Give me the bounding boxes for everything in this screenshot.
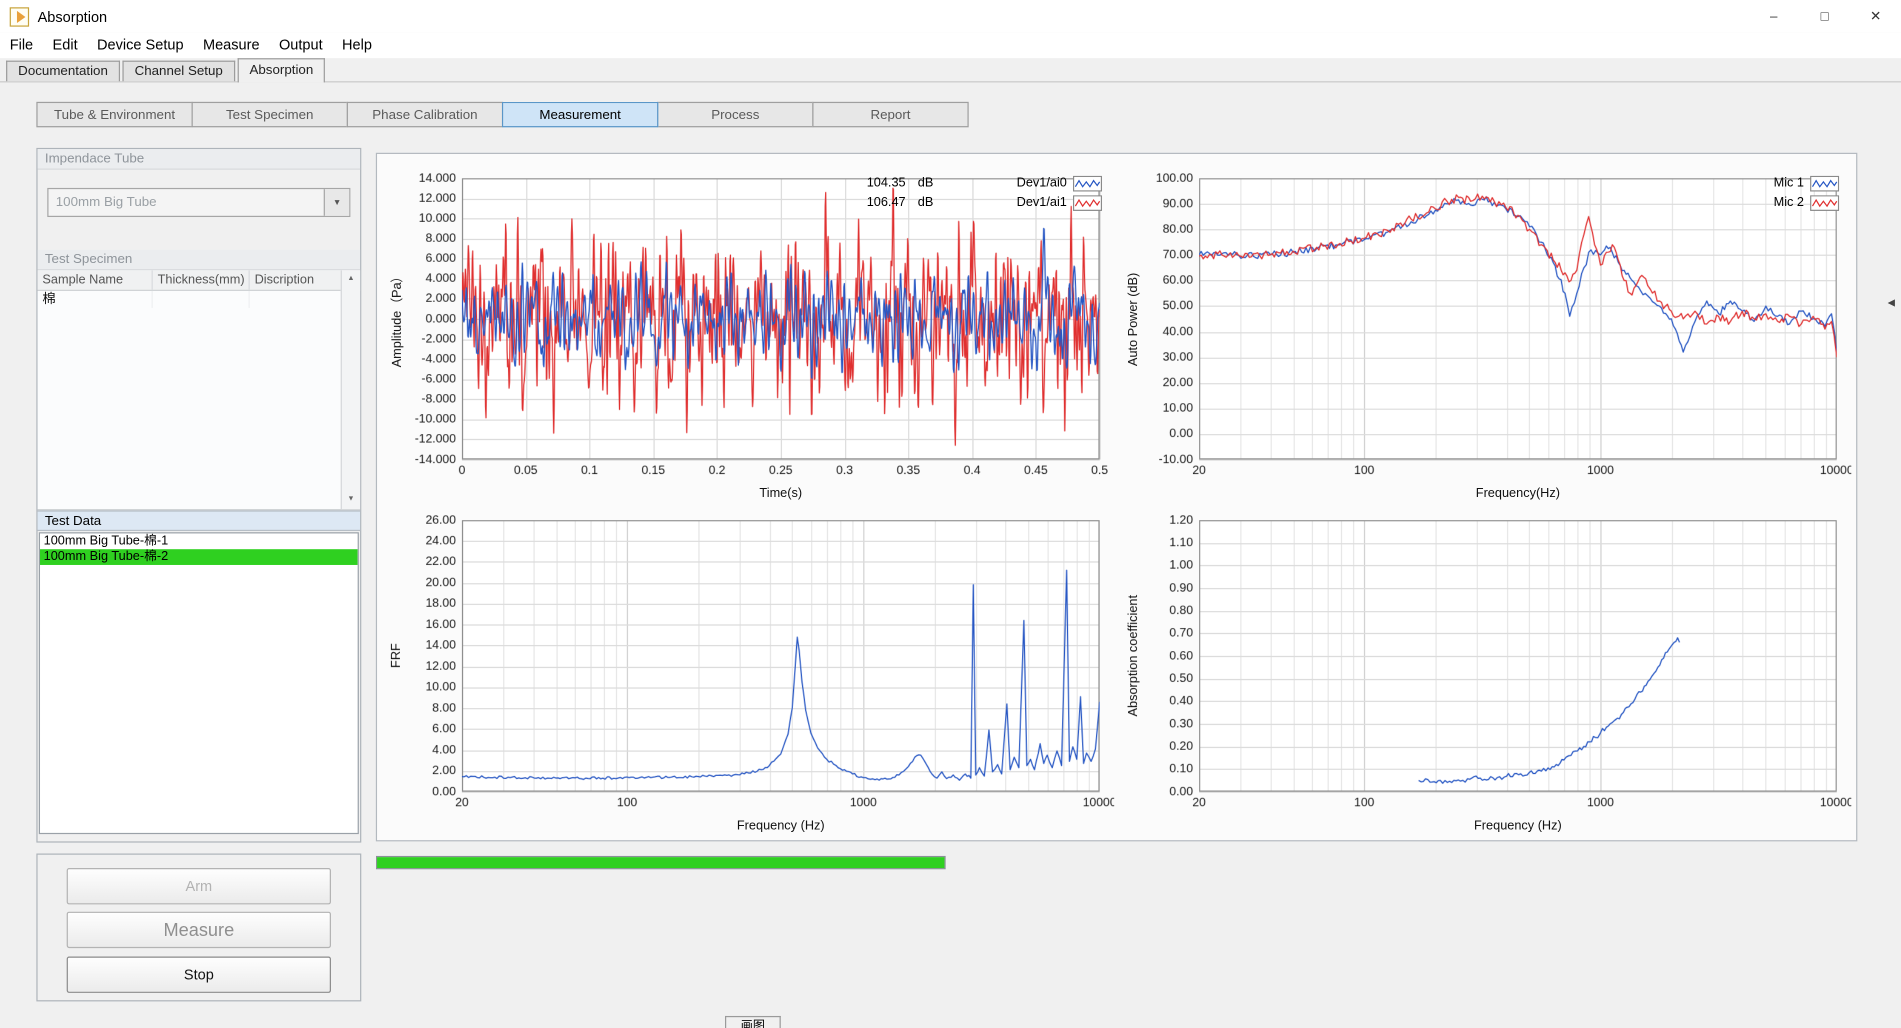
readout-row: 104.35 dB — [850, 173, 933, 192]
menu-item-help[interactable]: Help — [332, 33, 381, 58]
tab-channel-setup[interactable]: Channel Setup — [122, 61, 234, 82]
measure-button[interactable]: Measure — [67, 912, 331, 948]
readout-value: 106.47 — [850, 195, 906, 210]
impedance-tube-select[interactable]: 100mm Big Tube ▼ — [47, 188, 350, 217]
legend-label: Dev1/ai1 — [1017, 195, 1067, 210]
menubar: FileEditDevice SetupMeasureOutputHelp — [0, 33, 1901, 58]
specimen-row[interactable]: 棉 — [38, 291, 342, 308]
frf-plot-canvas — [387, 508, 1114, 835]
readout-unit: dB — [918, 195, 934, 210]
impedance-tube-section: 100mm Big Tube ▼ — [38, 170, 360, 250]
y-axis-label: Absorption coefficient — [1125, 520, 1142, 792]
main-tabstrip: DocumentationChannel SetupAbsorption — [0, 58, 1901, 82]
window-title: Absorption — [38, 8, 108, 25]
readout-value: 104.35 — [850, 176, 906, 191]
maximize-button[interactable]: □ — [1799, 0, 1850, 33]
menu-item-edit[interactable]: Edit — [43, 33, 87, 58]
column-header-discription[interactable]: Discription — [250, 270, 342, 289]
chart-time-waveform: Amplitude（Pa） Time(s) 104.35 dB 106.47 dB Dev1… — [387, 166, 1114, 503]
app-icon — [10, 7, 29, 26]
specimen-table-body: 棉 — [38, 291, 342, 509]
waveform-legend-icon — [1810, 195, 1839, 211]
x-axis-label: Frequency(Hz) — [1199, 486, 1837, 501]
scroll-up-icon[interactable]: ▲ — [342, 272, 360, 288]
menu-item-file[interactable]: File — [0, 33, 43, 58]
tab-absorption[interactable]: Absorption — [237, 58, 325, 82]
test-specimen-label: Test Specimen — [38, 250, 360, 271]
arm-button[interactable]: Arm — [67, 868, 331, 904]
sidebar: Impendace Tube 100mm Big Tube ▼ Test Spe… — [36, 148, 361, 843]
level-readouts: 104.35 dB 106.47 dB — [850, 173, 933, 212]
action-panel: Arm Measure Stop — [36, 854, 361, 1002]
column-header-sample-name[interactable]: Sample Name — [38, 270, 153, 289]
test-data-item[interactable]: 100mm Big Tube-棉-2 — [40, 549, 358, 565]
specimen-table: Sample NameThickness(mm)Discription 棉 ▲ … — [38, 270, 360, 510]
menu-item-measure[interactable]: Measure — [193, 33, 269, 58]
subtab-report[interactable]: Report — [812, 102, 968, 127]
scale-wrapper: Absorption – □ ✕ FileEditDevice SetupMea… — [0, 0, 1901, 1028]
menu-item-device-setup[interactable]: Device Setup — [87, 33, 193, 58]
plot-legend: Mic 1 Mic 2 — [1774, 173, 1840, 212]
close-button[interactable]: ✕ — [1850, 0, 1901, 33]
waveform-legend-icon — [1073, 195, 1102, 211]
progress-fill — [377, 857, 944, 868]
scroll-down-icon[interactable]: ▼ — [342, 492, 360, 508]
bottom-partial-tab[interactable]: 画图 — [725, 1016, 781, 1028]
x-axis-label: Frequency (Hz) — [1199, 818, 1837, 833]
readout-unit: dB — [918, 176, 934, 191]
subtab-test-specimen[interactable]: Test Specimen — [192, 102, 348, 127]
collapse-arrow-icon[interactable]: ◀ — [1888, 297, 1895, 308]
specimen-cell — [250, 291, 342, 308]
minimize-button[interactable]: – — [1748, 0, 1799, 33]
specimen-scrollbar[interactable]: ▲ ▼ — [341, 270, 360, 509]
stop-button[interactable]: Stop — [67, 957, 331, 993]
legend-label: Mic 1 — [1774, 176, 1804, 191]
auto-power-plot-canvas — [1124, 166, 1851, 503]
legend-item[interactable]: Mic 1 — [1774, 173, 1840, 192]
app-window: Absorption – □ ✕ FileEditDevice SetupMea… — [0, 0, 1901, 1028]
menu-item-output[interactable]: Output — [269, 33, 332, 58]
legend-item[interactable]: Dev1/ai1 — [1017, 193, 1102, 212]
subtab-tube-environment[interactable]: Tube & Environment — [36, 102, 192, 127]
legend-item[interactable]: Mic 2 — [1774, 193, 1840, 212]
progress-bar — [376, 856, 946, 869]
y-axis-label: FRF — [388, 520, 405, 792]
impedance-tube-label: Impendace Tube — [38, 149, 360, 170]
plot-legend: Dev1/ai0 Dev1/ai1 — [1017, 173, 1102, 212]
specimen-cell — [153, 291, 250, 308]
waveform-legend-icon — [1810, 175, 1839, 191]
window-controls: – □ ✕ — [1748, 0, 1901, 33]
dropdown-arrow-icon[interactable]: ▼ — [324, 189, 349, 216]
test-data-item[interactable]: 100mm Big Tube-棉-1 — [40, 533, 358, 549]
y-axis-label: Auto Power (dB) — [1125, 178, 1142, 459]
specimen-table-header: Sample NameThickness(mm)Discription — [38, 270, 360, 291]
play-arrow-icon — [16, 10, 24, 22]
waveform-legend-icon — [1073, 175, 1102, 191]
legend-item[interactable]: Dev1/ai0 — [1017, 173, 1102, 192]
chart-panel: Amplitude（Pa） Time(s) 104.35 dB 106.47 dB Dev1… — [376, 153, 1858, 842]
y-axis-label: Amplitude（Pa） — [388, 178, 405, 459]
chart-absorption-coefficient: Absorption coefficient Frequency (Hz) — [1124, 508, 1851, 835]
specimen-cell: 棉 — [38, 291, 153, 308]
subtab-phase-calibration[interactable]: Phase Calibration — [347, 102, 503, 127]
test-data-section: 100mm Big Tube-棉-1100mm Big Tube-棉-2 — [38, 531, 360, 841]
chart-auto-power: Auto Power (dB) Frequency(Hz) Mic 1 Mic 2 — [1124, 166, 1851, 503]
test-data-label: Test Data — [38, 510, 360, 531]
legend-label: Mic 2 — [1774, 195, 1804, 210]
subtab-process[interactable]: Process — [657, 102, 813, 127]
legend-label: Dev1/ai0 — [1017, 176, 1067, 191]
readout-row: 106.47 dB — [850, 193, 933, 212]
x-axis-label: Time(s) — [462, 486, 1100, 501]
test-data-list: 100mm Big Tube-棉-1100mm Big Tube-棉-2 — [39, 532, 359, 834]
sub-tabstrip: Tube & EnvironmentTest SpecimenPhase Cal… — [36, 102, 968, 127]
titlebar: Absorption – □ ✕ — [0, 0, 1901, 33]
absorption-coefficient-plot-canvas — [1124, 508, 1851, 835]
x-axis-label: Frequency (Hz) — [462, 818, 1100, 833]
tab-documentation[interactable]: Documentation — [6, 61, 120, 82]
chart-frf: FRF Frequency (Hz) — [387, 508, 1114, 835]
column-header-thickness-mm[interactable]: Thickness(mm) — [153, 270, 250, 289]
impedance-tube-value: 100mm Big Tube — [48, 189, 323, 216]
time-waveform-plot-canvas — [387, 166, 1114, 503]
subtab-measurement[interactable]: Measurement — [502, 102, 658, 127]
